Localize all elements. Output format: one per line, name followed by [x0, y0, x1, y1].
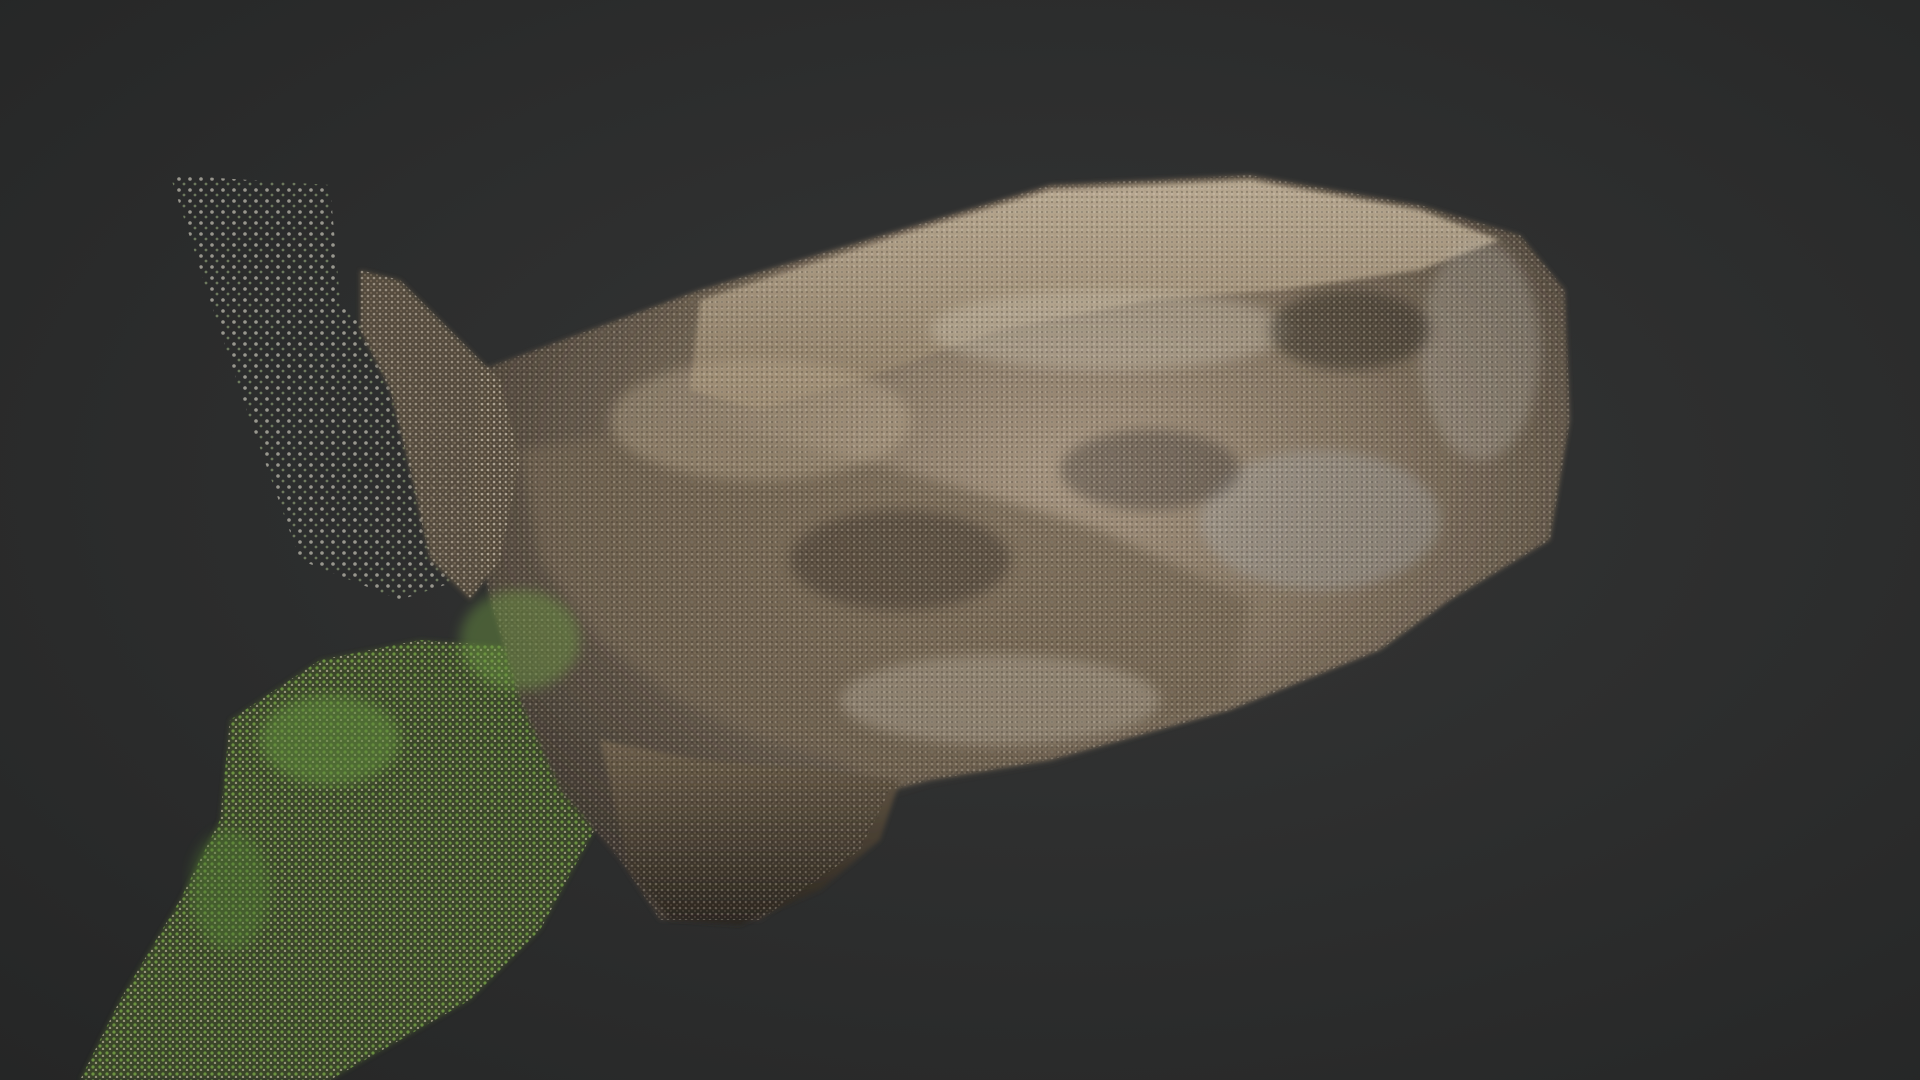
moss-patch — [460, 590, 580, 690]
rock-point-layer-dark — [470, 175, 1570, 920]
3d-viewport[interactable] — [0, 0, 1920, 1080]
moss-patch — [260, 695, 400, 785]
moss-patch — [190, 830, 270, 950]
point-cloud-render[interactable] — [0, 0, 1920, 1080]
